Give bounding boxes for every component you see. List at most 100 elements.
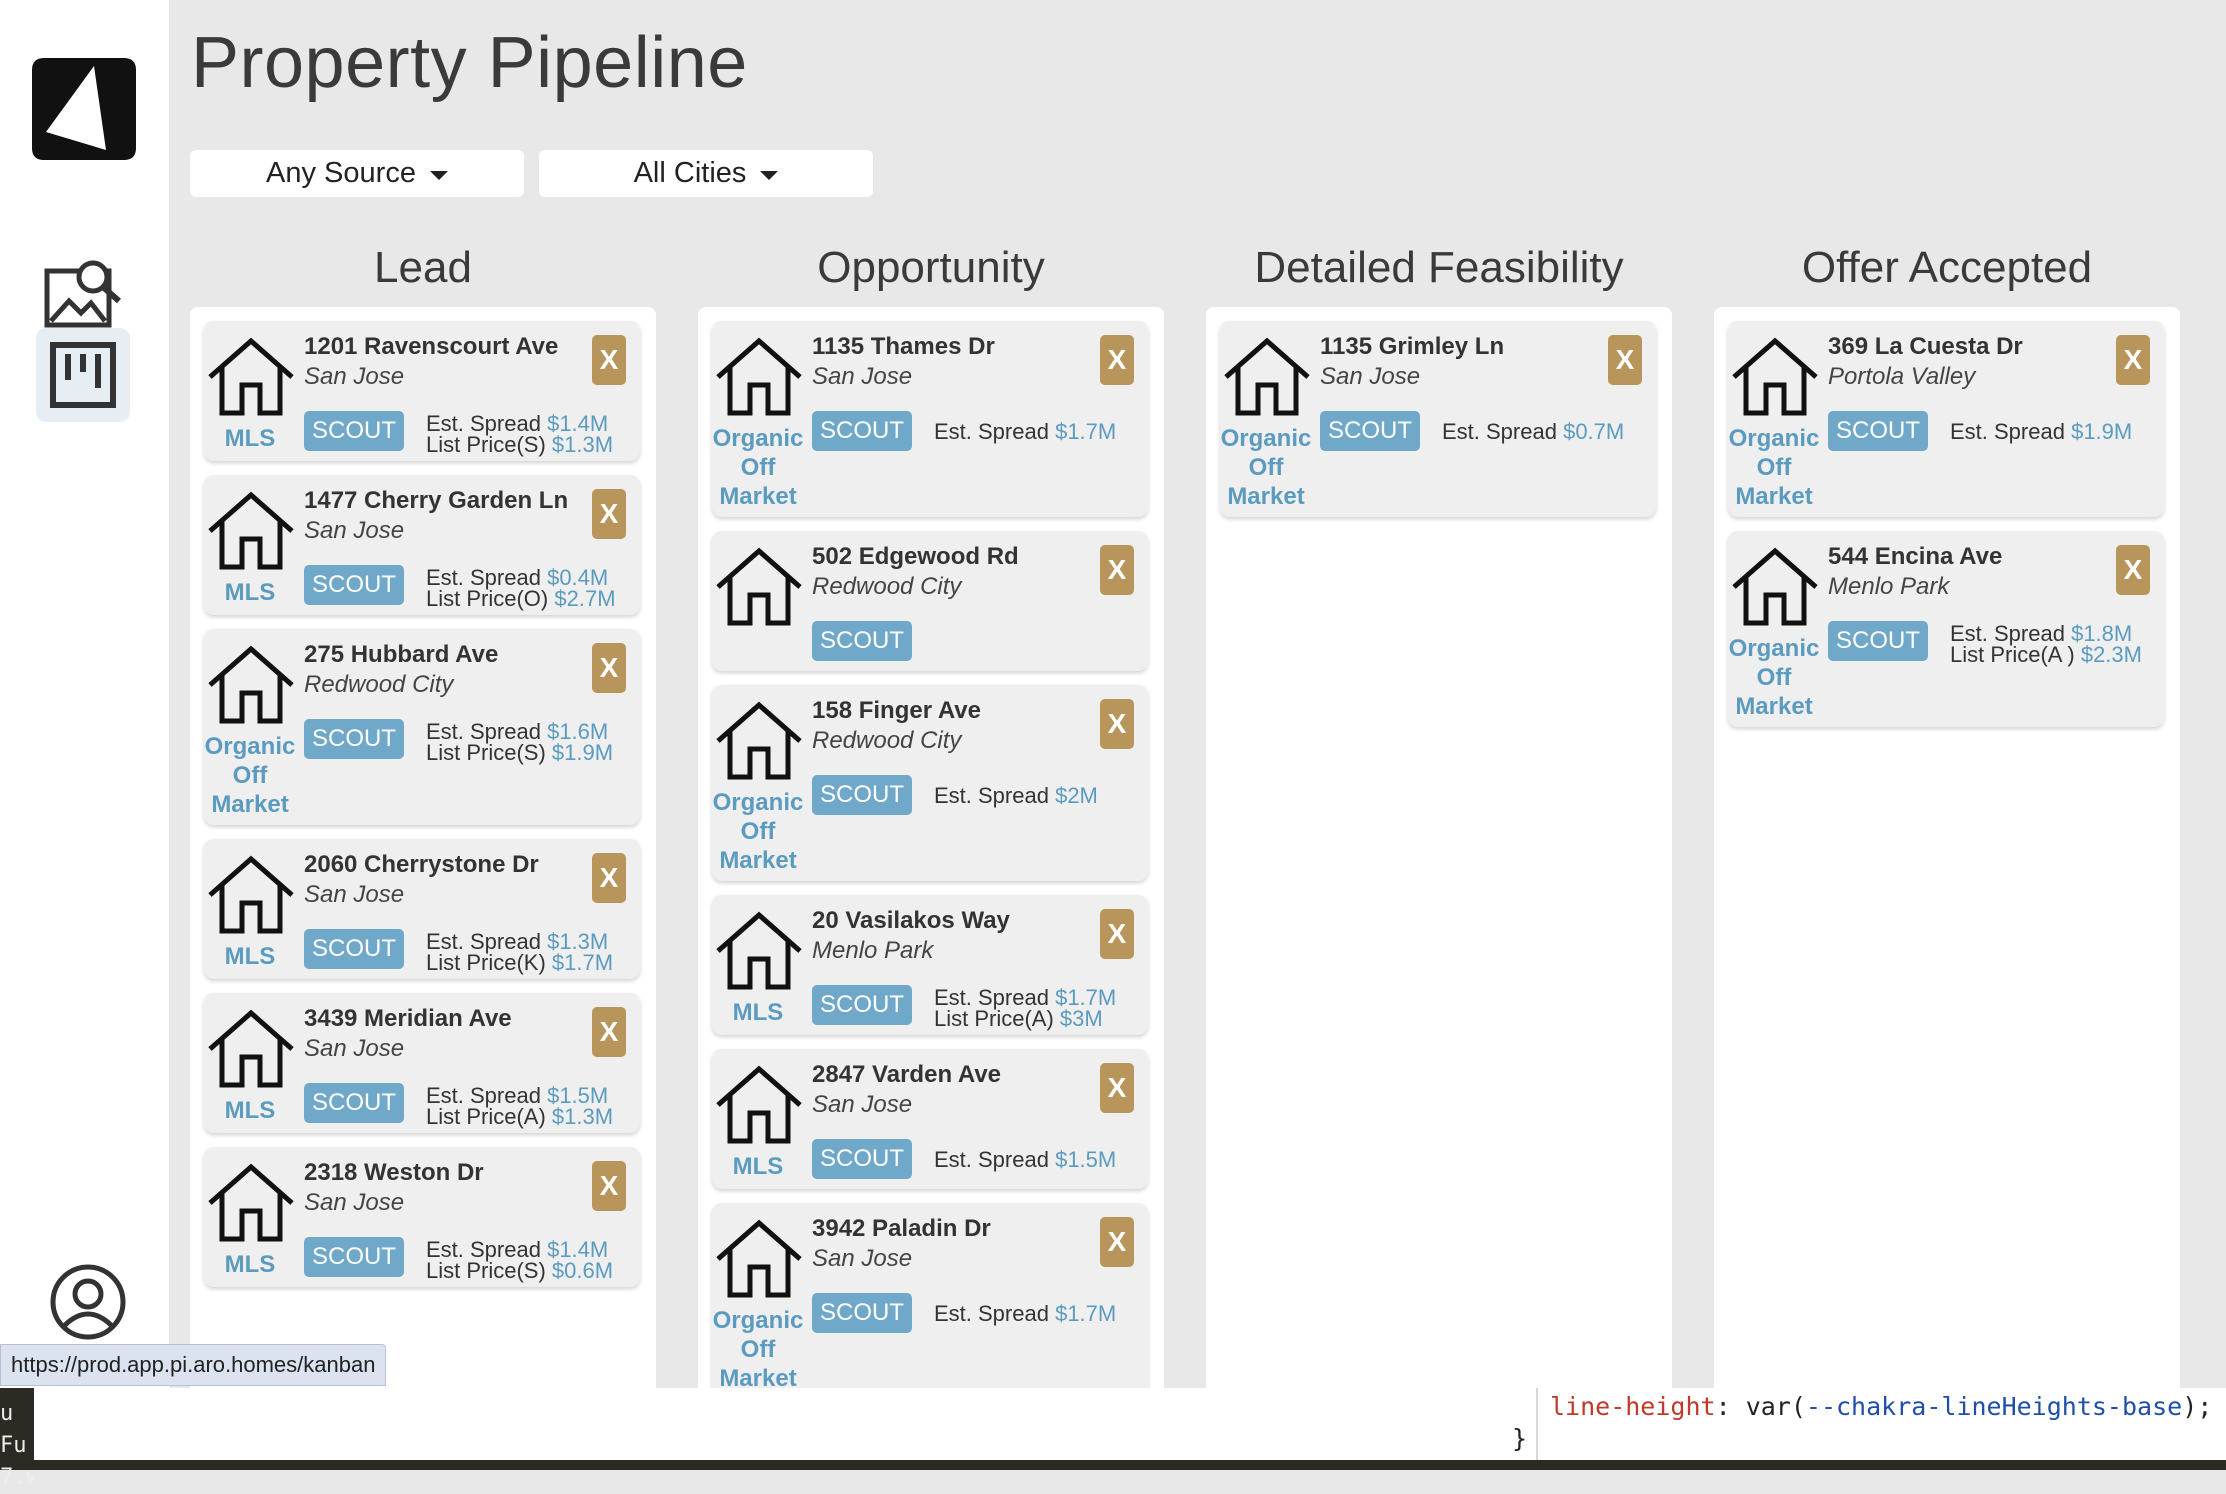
property-address[interactable]: 544 Encina Ave: [1828, 543, 2002, 571]
property-card[interactable]: MLS 1201 Ravenscourt Ave San Jose SCOUT X Est…: [204, 321, 640, 461]
house-icon: [208, 491, 294, 570]
column-title: Opportunity: [817, 243, 1045, 292]
property-card[interactable]: 502 Edgewood Rd Redwood City SCOUT X: [712, 531, 1148, 671]
pane-divider[interactable]: [1536, 1388, 1538, 1460]
property-card[interactable]: MLS 2847 Varden Ave San Jose SCOUT X Est. Spr…: [712, 1049, 1148, 1189]
remove-card-button[interactable]: X: [1100, 1217, 1134, 1267]
property-address[interactable]: 2060 Cherrystone Dr: [304, 851, 539, 879]
property-card[interactable]: Organic Off Market 275 Hubbard Ave Redwood…: [204, 629, 640, 825]
user-circle-icon[interactable]: [48, 1262, 128, 1342]
card-metrics: Est. Spread $1.9M: [1950, 421, 2132, 443]
nav-kanban[interactable]: [36, 328, 130, 422]
house-icon: [716, 1065, 802, 1144]
property-address[interactable]: 369 La Cuesta Dr: [1828, 333, 2023, 361]
remove-card-button[interactable]: X: [592, 489, 626, 539]
remove-card-button[interactable]: X: [1100, 909, 1134, 959]
est-spread-row: Est. Spread $2M: [934, 785, 1098, 807]
scout-button[interactable]: SCOUT: [304, 1237, 404, 1277]
property-address[interactable]: 502 Edgewood Rd: [812, 543, 1019, 571]
chevron-down-icon: [429, 171, 448, 180]
css-declaration[interactable]: line-height: var(--chakra-lineHeights-ba…: [1550, 1392, 2212, 1421]
est-spread-value: $0.7M: [1563, 419, 1625, 444]
card-metrics: Est. Spread $0.7M: [1442, 419, 1625, 444]
property-card[interactable]: MLS 3439 Meridian Ave San Jose SCOUT X Est. S…: [204, 993, 640, 1133]
scout-button[interactable]: SCOUT: [304, 411, 404, 451]
property-address[interactable]: 3439 Meridian Ave: [304, 1005, 512, 1033]
property-card[interactable]: MLS 2318 Weston Dr San Jose SCOUT X Est. Spre…: [204, 1147, 640, 1287]
remove-card-button[interactable]: X: [592, 643, 626, 693]
property-address[interactable]: 158 Finger Ave: [812, 697, 981, 725]
property-city: Redwood City: [812, 727, 962, 754]
scout-button[interactable]: SCOUT: [1828, 411, 1928, 451]
remove-card-button[interactable]: X: [1100, 335, 1134, 385]
remove-card-button[interactable]: X: [1100, 699, 1134, 749]
remove-card-button[interactable]: X: [1100, 1063, 1134, 1113]
scout-button[interactable]: SCOUT: [812, 1139, 912, 1179]
remove-card-button[interactable]: X: [592, 1007, 626, 1057]
source-label: Organic Off Market: [712, 789, 804, 874]
property-card[interactable]: Organic Off Market 369 La Cuesta Dr Portol…: [1728, 321, 2164, 517]
scout-button[interactable]: SCOUT: [304, 1083, 404, 1123]
property-card[interactable]: Organic Off Market 544 Encina Ave Menlo Pa…: [1728, 531, 2164, 727]
remove-card-button[interactable]: X: [592, 853, 626, 903]
city-filter-dropdown[interactable]: All Cities: [539, 150, 873, 197]
property-address[interactable]: 1135 Thames Dr: [812, 333, 995, 361]
property-city: San Jose: [812, 1245, 913, 1272]
card-metrics: Est. Spread $1.6M List Price(S) $1.9M: [426, 721, 614, 765]
property-address[interactable]: 3942 Paladin Dr: [812, 1215, 991, 1243]
scout-button[interactable]: SCOUT: [304, 929, 404, 969]
property-city: San Jose: [1320, 363, 1421, 390]
remove-card-button[interactable]: X: [1608, 335, 1642, 385]
est-spread-label: Est. Spread: [934, 1301, 1049, 1326]
source-label: MLS: [224, 1251, 276, 1278]
list-price-value: $1.7M: [551, 950, 614, 975]
property-card[interactable]: Organic Off Market 1135 Thames Dr San Jose…: [712, 321, 1148, 517]
list-price-value: $1.9M: [551, 740, 614, 765]
remove-card-button[interactable]: X: [592, 1161, 626, 1211]
app-logo[interactable]: [24, 50, 144, 168]
source-label: Organic Off Market: [1728, 425, 1820, 510]
scout-button[interactable]: SCOUT: [1320, 411, 1420, 451]
remove-card-button[interactable]: X: [2116, 335, 2150, 385]
property-address[interactable]: 1201 Ravenscourt Ave: [304, 333, 558, 361]
est-spread-value: $1.7M: [1055, 419, 1117, 444]
list-price-row: List Price(A ) $2.3M: [1950, 644, 2142, 666]
property-city: San Jose: [304, 881, 405, 908]
property-city: San Jose: [304, 1189, 405, 1216]
card-metrics: Est. Spread $2M: [934, 785, 1098, 807]
property-city: Redwood City: [304, 671, 454, 698]
scout-button[interactable]: SCOUT: [812, 411, 912, 451]
css-closing-brace: }: [1512, 1424, 1528, 1453]
property-card[interactable]: MLS 20 Vasilakos Way Menlo Park SCOUT X Est. …: [712, 895, 1148, 1035]
scout-button[interactable]: SCOUT: [1828, 621, 1928, 661]
property-address[interactable]: 1135 Grimley Ln: [1320, 333, 1504, 361]
remove-card-button[interactable]: X: [592, 335, 626, 385]
scout-button[interactable]: SCOUT: [812, 1293, 912, 1333]
property-card[interactable]: Organic Off Market 1135 Grimley Ln San Jos…: [1220, 321, 1656, 517]
property-address[interactable]: 2318 Weston Dr: [304, 1159, 484, 1187]
scout-button[interactable]: SCOUT: [812, 621, 912, 661]
source-label: MLS: [732, 1153, 784, 1180]
property-card[interactable]: MLS 1477 Cherry Garden Ln San Jose SCOUT X Es…: [204, 475, 640, 615]
property-card[interactable]: Organic Off Market 3942 Paladin Dr San Jos…: [712, 1203, 1148, 1388]
source-label: Organic Off Market: [1728, 635, 1820, 720]
scout-button[interactable]: SCOUT: [304, 565, 404, 605]
scout-button[interactable]: SCOUT: [812, 775, 912, 815]
property-address[interactable]: 2847 Varden Ave: [812, 1061, 1001, 1089]
list-price-label: List Price(A): [426, 1104, 546, 1129]
source-filter-dropdown[interactable]: Any Source: [190, 150, 524, 197]
property-card[interactable]: MLS 2060 Cherrystone Dr San Jose SCOUT X Est.…: [204, 839, 640, 979]
remove-card-button[interactable]: X: [1100, 545, 1134, 595]
property-address[interactable]: 20 Vasilakos Way: [812, 907, 1010, 935]
column-cards: Organic Off Market 1135 Thames Dr San Jose…: [698, 307, 1164, 1388]
scout-button[interactable]: SCOUT: [812, 985, 912, 1025]
column-opportunity: Opportunity Organic Off Market 1135 Thame…: [698, 232, 1164, 1388]
property-address[interactable]: 275 Hubbard Ave: [304, 641, 498, 669]
remove-card-button[interactable]: X: [2116, 545, 2150, 595]
property-city: San Jose: [304, 517, 405, 544]
house-icon: [208, 855, 294, 934]
property-card[interactable]: Organic Off Market 158 Finger Ave Redwood …: [712, 685, 1148, 881]
card-metrics: Est. Spread $1.4M List Price(S) $0.6M: [426, 1239, 613, 1282]
scout-button[interactable]: SCOUT: [304, 719, 404, 759]
property-address[interactable]: 1477 Cherry Garden Ln: [304, 487, 568, 515]
